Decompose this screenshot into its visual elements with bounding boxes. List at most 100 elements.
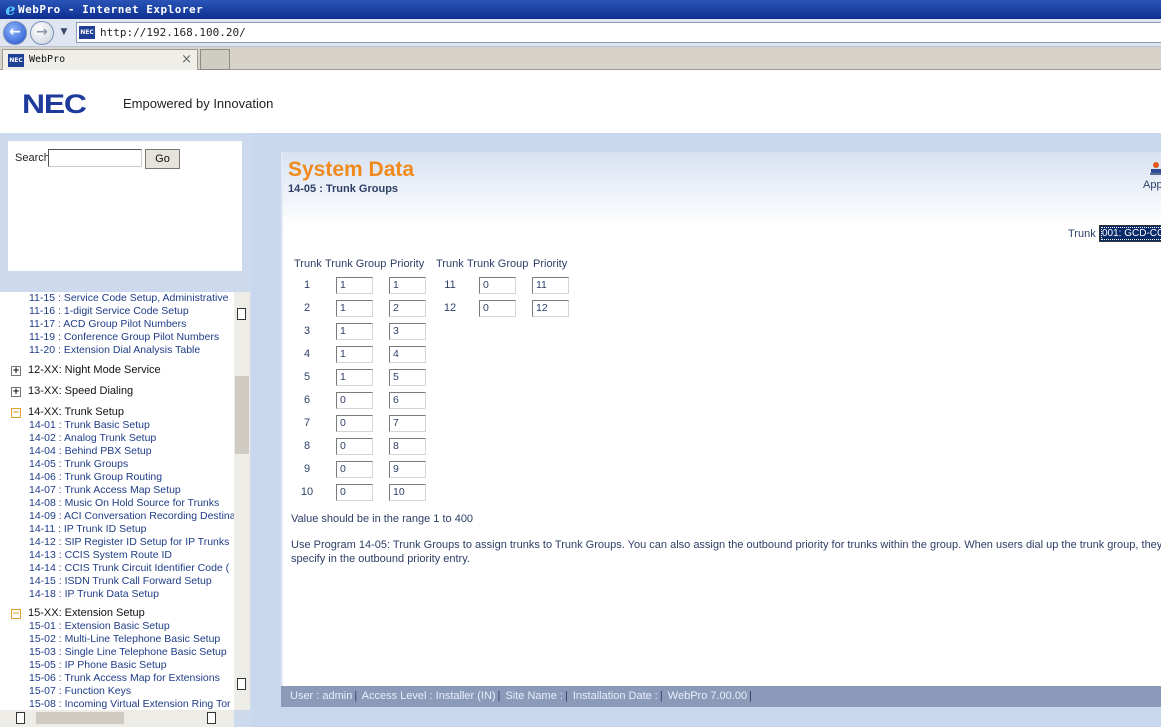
tree-item[interactable]: 14-07 : Trunk Access Map Setup	[29, 484, 181, 497]
trunk-number: 1	[303, 279, 311, 291]
tree-item[interactable]: 15-05 : IP Phone Basic Setup	[29, 659, 167, 672]
trunk-group-field[interactable]: 1	[336, 277, 373, 294]
tree-item[interactable]: 15-01 : Extension Basic Setup	[29, 620, 170, 633]
trunk-group-field[interactable]: 0	[336, 392, 373, 409]
trunk-group-field[interactable]: 0	[336, 484, 373, 501]
tree-item[interactable]: 15-03 : Single Line Telephone Basic Setu…	[29, 646, 227, 659]
tab-close-icon[interactable]: ×	[181, 52, 192, 67]
tree-item[interactable]: 11-17 : ACD Group Pilot Numbers	[29, 318, 186, 331]
priority-field[interactable]: 5	[389, 369, 426, 386]
address-url[interactable]: http://192.168.100.20/	[100, 26, 246, 39]
col-header-priority-2: Priority	[533, 258, 568, 270]
tree-item[interactable]: 14-13 : CCIS System Route ID	[29, 549, 172, 562]
expand-icon[interactable]: +	[11, 387, 21, 397]
tree-item[interactable]: 14-08 : Music On Hold Source for Trunks	[29, 497, 219, 510]
trunk-number: 2	[303, 302, 311, 314]
status-bar: User : admin | Access Level : Installer (…	[281, 686, 1161, 707]
priority-field[interactable]: 4	[389, 346, 426, 363]
tree-item[interactable]: 14-05 : Trunk Groups	[29, 458, 128, 471]
tree-item[interactable]: 11-20 : Extension Dial Analysis Table	[29, 344, 200, 357]
scroll-up-icon[interactable]	[237, 308, 246, 320]
tree-item[interactable]: 15-08 : Incoming Virtual Extension Ring …	[29, 698, 231, 710]
trunk-group-field[interactable]: 0	[336, 415, 373, 432]
brand-header: NEC Empowered by Innovation	[0, 71, 1161, 133]
trunk-select[interactable]: 001: GCD-CO	[1099, 225, 1161, 242]
trunk-group-field[interactable]: 1	[336, 369, 373, 386]
scroll-thumb[interactable]	[235, 376, 249, 454]
tree-item[interactable]: 14-09 : ACI Conversation Recording Desti…	[29, 510, 234, 523]
tree-item[interactable]: 11-19 : Conference Group Pilot Numbers	[29, 331, 219, 344]
tree-item[interactable]: 15-07 : Function Keys	[29, 685, 131, 698]
nec-logo: NEC	[22, 89, 87, 119]
panel-header	[283, 152, 1161, 227]
tab-bar: NEC WebPro ×	[0, 47, 1161, 70]
trunk-group-field[interactable]: 0	[336, 461, 373, 478]
tree-item[interactable]: 14-01 : Trunk Basic Setup	[29, 419, 150, 432]
address-bar[interactable]: NEC http://192.168.100.20/	[76, 22, 1161, 43]
status-access-level: Access Level : Installer (IN)	[361, 690, 496, 702]
tree-item[interactable]: 14-12 : SIP Register ID Setup for IP Tru…	[29, 536, 229, 549]
apply-label[interactable]: Appl	[1143, 179, 1161, 191]
priority-field[interactable]: 3	[389, 323, 426, 340]
tree-item[interactable]: 14-11 : IP Trunk ID Setup	[29, 523, 147, 536]
tree-item[interactable]: 14-14 : CCIS Trunk Circuit Identifier Co…	[29, 562, 229, 575]
tree-group[interactable]: 14-XX: Trunk Setup	[28, 406, 124, 419]
tree-item[interactable]: 11-15 : Service Code Setup, Administrati…	[29, 292, 228, 305]
priority-field[interactable]: 6	[389, 392, 426, 409]
forward-button[interactable]: →	[30, 21, 54, 45]
search-panel: Search Go	[8, 141, 242, 271]
tree-vertical-scrollbar[interactable]	[234, 292, 250, 710]
trunk-group-field[interactable]: 0	[479, 300, 516, 317]
brand-tagline: Empowered by Innovation	[123, 96, 274, 111]
collapse-icon[interactable]: −	[11, 609, 21, 619]
search-input[interactable]	[48, 149, 142, 167]
hscroll-thumb[interactable]	[36, 712, 124, 724]
trunk-group-field[interactable]: 1	[336, 346, 373, 363]
priority-field[interactable]: 11	[532, 277, 569, 294]
col-header-trunk-2: Trunk	[436, 258, 464, 270]
collapse-icon[interactable]: −	[11, 408, 21, 418]
trunk-group-field[interactable]: 0	[479, 277, 516, 294]
tree-item[interactable]: 11-16 : 1-digit Service Code Setup	[29, 305, 189, 318]
trunk-number: 9	[303, 463, 311, 475]
trunk-group-field[interactable]: 1	[336, 300, 373, 317]
search-label: Search	[15, 152, 50, 164]
tree-item[interactable]: 14-04 : Behind PBX Setup	[29, 445, 152, 458]
priority-field[interactable]: 12	[532, 300, 569, 317]
tree-item[interactable]: 14-18 : IP Trunk Data Setup	[29, 588, 159, 601]
back-button[interactable]: ←	[3, 21, 27, 45]
tree-horizontal-scrollbar[interactable]	[0, 710, 234, 727]
go-button[interactable]: Go	[145, 149, 180, 169]
expand-icon[interactable]: +	[11, 366, 21, 376]
col-header-priority: Priority	[390, 258, 425, 270]
priority-field[interactable]: 2	[389, 300, 426, 317]
trunk-group-field[interactable]: 1	[336, 323, 373, 340]
col-header-trunk: Trunk	[294, 258, 322, 270]
navigation-bar: ← → ▼ NEC http://192.168.100.20/	[0, 19, 1161, 47]
tree-group[interactable]: 13-XX: Speed Dialing	[28, 385, 133, 398]
tab-webpro[interactable]: NEC WebPro ×	[2, 49, 198, 70]
tree-item[interactable]: 15-02 : Multi-Line Telephone Basic Setup	[29, 633, 220, 646]
priority-field[interactable]: 7	[389, 415, 426, 432]
col-header-trunk-group-2: Trunk Group	[467, 258, 529, 270]
new-tab-button[interactable]	[200, 49, 230, 70]
scroll-right-icon[interactable]	[207, 712, 216, 724]
tree-item[interactable]: 15-06 : Trunk Access Map for Extensions	[29, 672, 220, 685]
trunk-group-field[interactable]: 0	[336, 438, 373, 455]
tree-item[interactable]: 14-15 : ISDN Trunk Call Forward Setup	[29, 575, 212, 588]
trunk-number: 5	[303, 371, 311, 383]
scroll-left-icon[interactable]	[16, 712, 25, 724]
ie-logo-icon: e	[5, 0, 16, 19]
tree-group[interactable]: 12-XX: Night Mode Service	[28, 364, 161, 377]
tree-item[interactable]: 14-06 : Trunk Group Routing	[29, 471, 162, 484]
history-dropdown-icon[interactable]: ▼	[57, 25, 71, 39]
priority-field[interactable]: 1	[389, 277, 426, 294]
scroll-down-icon[interactable]	[237, 678, 246, 690]
tree-group[interactable]: 15-XX: Extension Setup	[28, 607, 145, 620]
apply-icon[interactable]	[1150, 161, 1161, 175]
priority-field[interactable]: 9	[389, 461, 426, 478]
tree-item[interactable]: 14-02 : Analog Trunk Setup	[29, 432, 156, 445]
priority-field[interactable]: 8	[389, 438, 426, 455]
priority-field[interactable]: 10	[389, 484, 426, 501]
range-note: Value should be in the range 1 to 400	[291, 513, 474, 525]
